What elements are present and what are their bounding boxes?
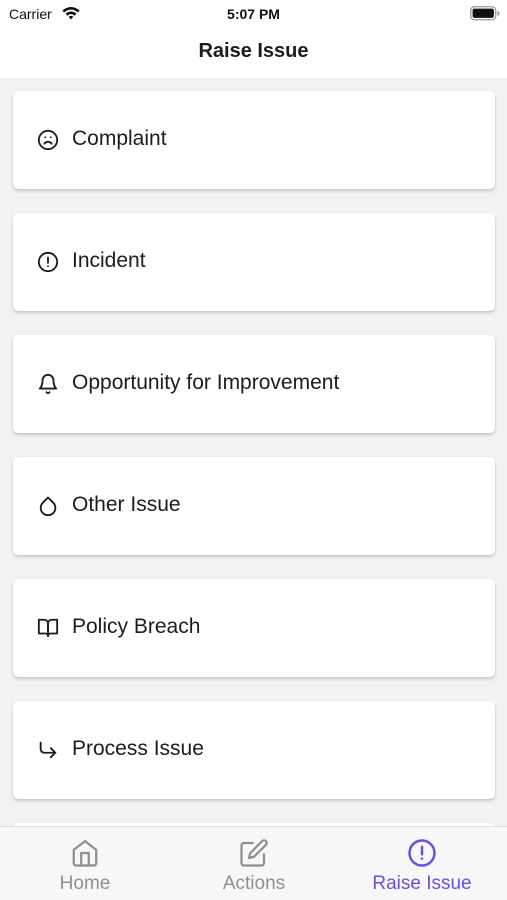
droplet-icon [37, 495, 59, 517]
alert-circle-icon [407, 838, 437, 868]
status-time: 5:07 PM [227, 6, 280, 22]
frown-face-icon [37, 129, 59, 151]
home-icon [70, 838, 100, 868]
corner-down-right-icon [37, 739, 59, 761]
issue-type-label: Process Issue [72, 737, 204, 760]
tab-label: Raise Issue [372, 873, 472, 894]
issue-type-label: Policy Breach [72, 615, 201, 638]
tab-bar: Home Actions Raise Issue [0, 826, 507, 900]
issue-type-policy-breach[interactable]: Policy Breach [13, 579, 495, 677]
issue-type-label: Opportunity for Improvement [72, 371, 340, 394]
issue-type-label: Other Issue [72, 493, 181, 516]
open-book-icon [37, 617, 59, 639]
issue-type-list: Complaint Incident Opportunity for Impro… [0, 78, 507, 826]
issue-type-other-issue[interactable]: Other Issue [13, 457, 495, 555]
bell-icon [37, 373, 59, 395]
battery-icon [470, 6, 500, 21]
tab-actions[interactable]: Actions [169, 827, 339, 900]
issue-type-complaint[interactable]: Complaint [13, 91, 495, 189]
issue-type-process-issue[interactable]: Process Issue [13, 701, 495, 799]
tab-raise-issue[interactable]: Raise Issue [337, 827, 507, 900]
page-title: Raise Issue [198, 40, 309, 62]
edit-icon [239, 838, 269, 868]
issue-type-opportunity-for-improvement[interactable]: Opportunity for Improvement [13, 335, 495, 433]
issue-type-label: Incident [72, 249, 146, 272]
alert-circle-icon [37, 251, 59, 273]
tab-label: Actions [222, 873, 286, 894]
navigation-header: Raise Issue [0, 28, 507, 78]
issue-type-label: Complaint [72, 127, 167, 150]
raise-issue-screen: Carrier 5:07 PM Raise Issue Complaint In… [0, 0, 507, 900]
issue-type-incident[interactable]: Incident [13, 213, 495, 311]
tab-home[interactable]: Home [0, 827, 170, 900]
tab-label: Home [59, 873, 111, 894]
status-bar: Carrier 5:07 PM [0, 0, 507, 28]
